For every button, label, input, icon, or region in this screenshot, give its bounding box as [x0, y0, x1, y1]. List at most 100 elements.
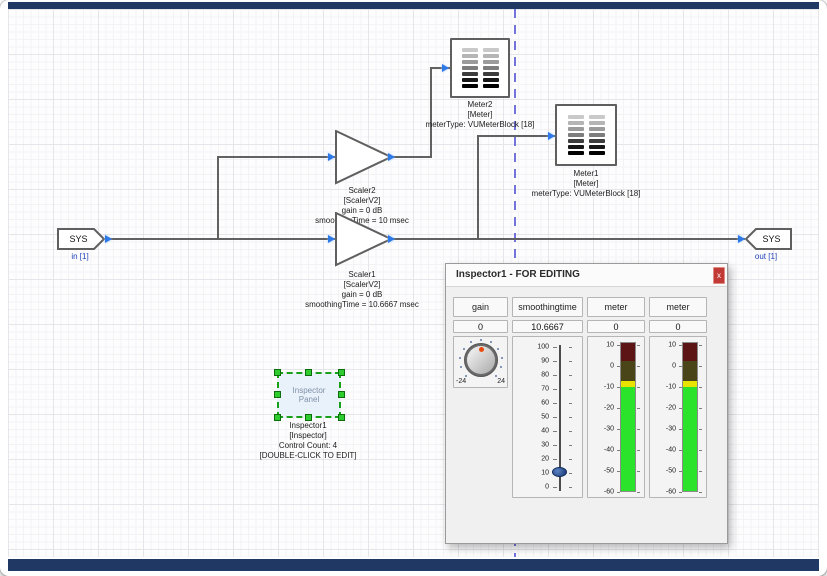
selection-handle[interactable] [305, 369, 312, 376]
meter-icon-bar [589, 133, 605, 137]
meter-icon-bar [462, 66, 478, 70]
slider-tick-mark [553, 459, 557, 460]
knob-tick [480, 339, 482, 341]
scaler2-input-port[interactable] [328, 153, 335, 161]
meter-icon-bar [589, 121, 605, 125]
wire-scaler1-sysout[interactable] [390, 238, 745, 240]
meter2-input-port[interactable] [442, 64, 449, 72]
slider-tick-mark [553, 445, 557, 446]
meter-icon-bar [568, 151, 584, 155]
column-value-smoothingtime[interactable]: 10.6667 [512, 320, 583, 333]
slider-control[interactable]: 1009080706050403020100 [512, 336, 583, 498]
scaler2-output-port[interactable] [388, 153, 395, 161]
meter-control[interactable]: 100-10-20-30-40-50-60 [649, 336, 707, 498]
slider-tick-label: 80 [541, 372, 549, 379]
scaler1-type: [ScalerV2] [305, 280, 419, 290]
meter2-block[interactable] [450, 38, 510, 98]
slider-tick-mark [553, 487, 557, 488]
meter-icon-bar [483, 54, 499, 58]
meter-tick-mark [617, 492, 620, 493]
slider-tick-label: 30 [541, 442, 549, 449]
sys-in-output-port[interactable] [105, 235, 112, 243]
meter-icon-bar [589, 115, 605, 119]
selection-handle[interactable] [274, 391, 281, 398]
column-value-meter[interactable]: 0 [649, 320, 707, 333]
column-value-gain[interactable]: 0 [453, 320, 508, 333]
scaler2-name: Scaler2 [315, 186, 409, 196]
slider-tick-mark [569, 403, 572, 404]
meter-tick-mark [699, 471, 702, 472]
scaler1-input-port[interactable] [328, 235, 335, 243]
selection-handle[interactable] [338, 391, 345, 398]
scaler1-block[interactable] [335, 212, 393, 268]
knob-max-label: 24 [497, 378, 505, 385]
scaler1-annotation: Scaler1 [ScalerV2] gain = 0 dB smoothing… [305, 270, 419, 310]
sys-out-input-port[interactable] [738, 235, 745, 243]
scaler2-block[interactable] [335, 130, 393, 186]
selection-handle[interactable] [338, 414, 345, 421]
slider-tick-mark [569, 389, 572, 390]
wire-riser-meter1[interactable] [477, 135, 479, 240]
meter1-block[interactable] [555, 104, 617, 166]
meter-icon-bar [462, 60, 478, 64]
sys-in-label: SYS [57, 228, 106, 250]
meter1-input-port[interactable] [548, 132, 555, 140]
slider-tick-mark [569, 417, 572, 418]
slider-thumb[interactable] [552, 467, 567, 477]
sys-out-block[interactable]: SYS [744, 228, 793, 250]
meter-tick-mark [637, 345, 640, 346]
meter-tick-label: -30 [604, 426, 614, 433]
inspector-panel-block[interactable]: Inspector Panel [277, 372, 341, 418]
slider-tick-label: 50 [541, 414, 549, 421]
scaler2-type: [ScalerV2] [315, 196, 409, 206]
knob-tick [463, 348, 465, 350]
wire-sysin-scaler1[interactable] [105, 238, 336, 240]
slider-tick-mark [553, 375, 557, 376]
wire-branch-scaler2[interactable] [217, 156, 336, 158]
selection-handle[interactable] [274, 369, 281, 376]
sys-out-pin-label: out [1] [755, 252, 777, 261]
meter-tick-label: -20 [666, 405, 676, 412]
vu-meter-segment [683, 387, 697, 491]
inspector-annotation: Inspector1 [Inspector] Control Count: 4 … [259, 421, 356, 461]
slider-tick-label: 70 [541, 386, 549, 393]
knob-tick [460, 366, 462, 368]
gain-knob[interactable] [464, 343, 498, 377]
meter-icon-bar [483, 72, 499, 76]
vu-meter-segment [683, 361, 697, 381]
meter-tick-mark [637, 387, 640, 388]
scaler1-output-port[interactable] [388, 235, 395, 243]
meter-control[interactable]: 100-10-20-30-40-50-60 [587, 336, 645, 498]
knob-tick [470, 341, 472, 343]
vu-meter-icon [568, 115, 605, 155]
meter-tick-mark [637, 450, 640, 451]
meter-icon-bar [483, 78, 499, 82]
selection-handle[interactable] [274, 414, 281, 421]
close-icon[interactable]: x [713, 267, 725, 284]
knob-control[interactable]: -2424 [453, 336, 508, 388]
selection-handle[interactable] [305, 414, 312, 421]
inspector1-window[interactable]: Inspector1 - FOR EDITING x gain0-2424smo… [445, 263, 728, 544]
meter-tick-label: -60 [604, 489, 614, 496]
meter-icon-bar [568, 115, 584, 119]
knob-tick [495, 375, 497, 377]
wire-branch-riser-scaler2[interactable] [217, 156, 219, 240]
inspector1-window-title: Inspector1 - FOR EDITING [456, 269, 580, 280]
application-window: SYS in [1] SYS out [1] Scaler2 [ScalerV2… [0, 0, 827, 576]
design-canvas[interactable]: SYS in [1] SYS out [1] Scaler2 [ScalerV2… [8, 9, 819, 557]
inspector1-titlebar[interactable]: Inspector1 - FOR EDITING x [446, 264, 727, 287]
scaler1-gain: gain = 0 dB [305, 290, 419, 300]
meter-icon-bar [568, 139, 584, 143]
wire-meter1-in[interactable] [477, 135, 557, 137]
slider-tick-mark [569, 375, 572, 376]
wire-scaler2-out[interactable] [390, 156, 432, 158]
sys-in-block[interactable]: SYS [57, 228, 106, 250]
meter-tick-mark [699, 492, 702, 493]
meter-tick-mark [637, 429, 640, 430]
meter-icon-bar [568, 121, 584, 125]
meter-icon-bar [589, 139, 605, 143]
selection-handle[interactable] [338, 369, 345, 376]
meter-tick-mark [679, 492, 682, 493]
slider-tick-mark [569, 487, 572, 488]
column-value-meter[interactable]: 0 [587, 320, 645, 333]
